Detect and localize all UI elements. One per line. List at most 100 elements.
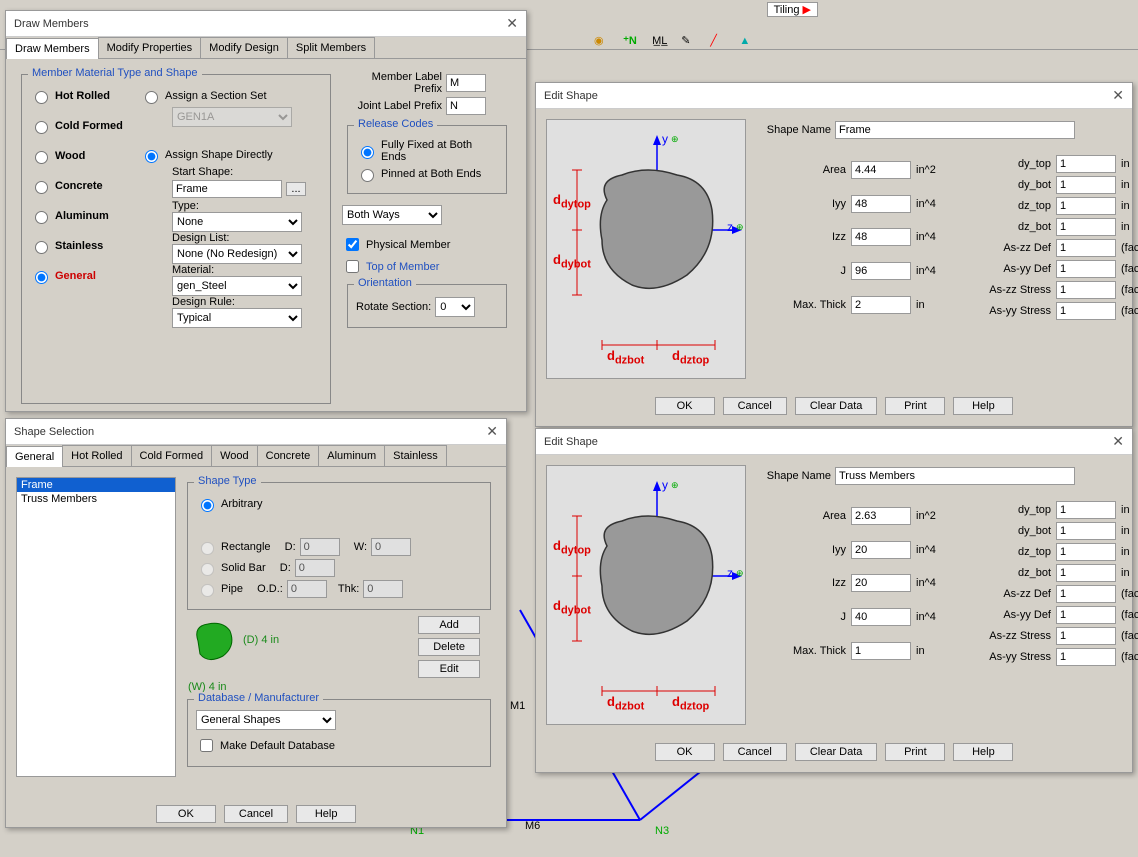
design-list-select[interactable]: None (No Redesign) [172,244,302,264]
add-button[interactable]: Add [418,616,480,634]
es2-ok[interactable]: OK [655,743,715,761]
radio-concrete[interactable] [35,181,48,194]
toolbar-icon-1[interactable]: ◉ [594,34,612,52]
tab-ss-general[interactable]: General [6,446,63,467]
check-physical-member[interactable] [346,238,359,251]
close-icon[interactable]: ✕ [1112,433,1124,450]
check-default-db[interactable] [200,739,213,752]
es1-clear[interactable]: Clear Data [795,397,878,415]
dzbot-input[interactable] [1056,218,1116,236]
close-icon[interactable]: ✕ [486,423,498,440]
tab-ss-concrete[interactable]: Concrete [257,445,320,466]
dztop-input2[interactable] [1056,543,1116,561]
iyy-input2[interactable] [851,541,911,559]
radio-aluminum[interactable] [35,211,48,224]
toolbar-icon-line[interactable]: ╱ [710,34,728,52]
design-rule-select[interactable]: Typical [172,308,302,328]
es1-ok[interactable]: OK [655,397,715,415]
shape-name-input[interactable] [835,121,1075,139]
aszzs-input2[interactable] [1056,627,1116,645]
type-select[interactable]: None [172,212,302,232]
es2-clear[interactable]: Clear Data [795,743,878,761]
mt-unit2: in [916,645,956,657]
delete-button[interactable]: Delete [418,638,480,656]
shape-list[interactable]: Frame Truss Members [16,477,176,777]
dztop-label2: dz_top [961,546,1051,558]
shape-name-input2[interactable] [835,467,1075,485]
shape-browse-button[interactable]: ... [286,182,306,196]
area-input2[interactable] [851,507,911,525]
radio-pinned[interactable] [361,169,374,182]
aszzd-unit: (factor) [1121,242,1138,254]
tab-ss-hotrolled[interactable]: Hot Rolled [62,445,131,466]
izz-input[interactable] [851,228,911,246]
izz-label2: Izz [756,577,846,589]
j-input[interactable] [851,262,911,280]
asyys-input2[interactable] [1056,648,1116,666]
both-ways-select[interactable]: Both Ways [342,205,442,225]
start-shape-input[interactable] [172,180,282,198]
tab-ss-coldformed[interactable]: Cold Formed [131,445,213,466]
area-input[interactable] [851,161,911,179]
list-item-truss[interactable]: Truss Members [17,492,175,506]
es1-print[interactable]: Print [885,397,945,415]
material-select[interactable]: gen_Steel [172,276,302,296]
rotate-select[interactable]: 0 [435,297,475,317]
radio-general[interactable] [35,271,48,284]
dybot-input[interactable] [1056,176,1116,194]
dytop-input[interactable] [1056,155,1116,173]
es2-help[interactable]: Help [953,743,1013,761]
tab-split-members[interactable]: Split Members [287,37,375,58]
toolbar-icon-pencil[interactable]: ✎ [681,34,699,52]
toolbar-icon-delta[interactable]: ▲ [739,35,757,53]
tab-modify-design[interactable]: Modify Design [200,37,288,58]
mt-input2[interactable] [851,642,911,660]
mt-input[interactable] [851,296,911,314]
aszzd-input2[interactable] [1056,585,1116,603]
toolbar-icon-ml[interactable]: M̲L̲ [652,35,670,53]
joint-prefix-input[interactable] [446,97,486,115]
es2-cancel[interactable]: Cancel [723,743,787,761]
aszzd-input[interactable] [1056,239,1116,257]
tab-ss-wood[interactable]: Wood [211,445,258,466]
asyys-label: As-yy Stress [961,305,1051,317]
es1-cancel[interactable]: Cancel [723,397,787,415]
radio-arbitrary[interactable] [201,499,214,512]
radio-stainless[interactable] [35,241,48,254]
radio-wood[interactable] [35,151,48,164]
es1-help[interactable]: Help [953,397,1013,415]
aszzs-input[interactable] [1056,281,1116,299]
close-icon[interactable]: ✕ [506,15,518,32]
iyy-input[interactable] [851,195,911,213]
dzbot-label2: dz_bot [961,567,1051,579]
ss-help-button[interactable]: Help [296,805,356,823]
member-prefix-input[interactable] [446,74,486,92]
tab-draw-members[interactable]: Draw Members [6,38,99,59]
db-select[interactable]: General Shapes [196,710,336,730]
asyyd-input2[interactable] [1056,606,1116,624]
check-top-member[interactable] [346,260,359,273]
j-input2[interactable] [851,608,911,626]
dzbot-input2[interactable] [1056,564,1116,582]
ss-cancel-button[interactable]: Cancel [224,805,288,823]
radio-assign-section[interactable] [145,91,158,104]
izz-input2[interactable] [851,574,911,592]
dztop-input[interactable] [1056,197,1116,215]
asyyd-input[interactable] [1056,260,1116,278]
close-icon[interactable]: ✕ [1112,87,1124,104]
list-item-frame[interactable]: Frame [17,478,175,492]
tab-ss-stainless[interactable]: Stainless [384,445,447,466]
radio-hot-rolled[interactable] [35,91,48,104]
radio-assign-shape[interactable] [145,150,158,163]
radio-cold-formed[interactable] [35,121,48,134]
tab-ss-aluminum[interactable]: Aluminum [318,445,385,466]
es2-print[interactable]: Print [885,743,945,761]
tab-modify-props[interactable]: Modify Properties [98,37,202,58]
asyys-input[interactable] [1056,302,1116,320]
toolbar-icon-n[interactable]: ⁺N [623,34,641,52]
ss-ok-button[interactable]: OK [156,805,216,823]
dytop-input2[interactable] [1056,501,1116,519]
edit-button[interactable]: Edit [418,660,480,678]
dybot-input2[interactable] [1056,522,1116,540]
radio-fully-fixed[interactable] [361,146,374,159]
